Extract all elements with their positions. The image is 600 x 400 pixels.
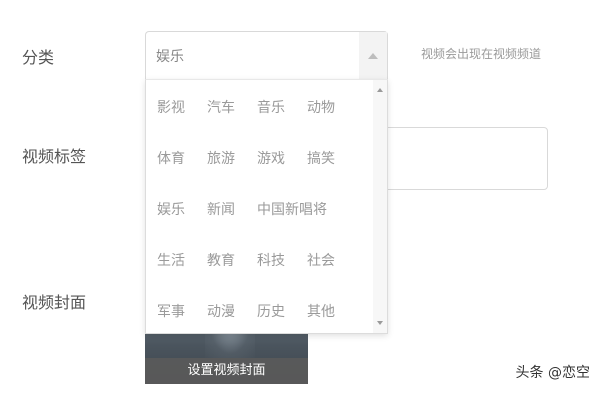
option-lishi[interactable]: 历史 <box>257 301 307 352</box>
options-row: 生活 教育 科技 社会 <box>157 250 367 301</box>
options-row: 军事 动漫 历史 其他 <box>157 301 367 352</box>
watermark-text: 头条 @恋空 <box>515 365 590 381</box>
option-yingshi[interactable]: 影视 <box>157 97 207 148</box>
video-upload-form: 分类 视频标签 视频封面 视频会出现在视频频道 设置视频封面 娱乐 影视 汽车 … <box>0 0 600 400</box>
dropdown-scrollbar[interactable] <box>373 80 387 333</box>
option-lvyou[interactable]: 旅游 <box>207 148 257 199</box>
options-row: 娱乐 新闻 中国新唱将 <box>157 199 367 250</box>
video-tags-label: 视频标签 <box>22 147 87 166</box>
category-select[interactable]: 娱乐 <box>145 31 388 79</box>
option-keji[interactable]: 科技 <box>257 250 307 301</box>
select-toggle[interactable] <box>359 32 387 79</box>
option-youxi[interactable]: 游戏 <box>257 148 307 199</box>
option-junshi[interactable]: 军事 <box>157 301 207 352</box>
category-selected-value: 娱乐 <box>156 49 184 65</box>
video-cover-label: 视频封面 <box>22 293 87 312</box>
category-hint: 视频会出现在视频频道 <box>421 47 542 61</box>
option-yinyue[interactable]: 音乐 <box>257 97 307 148</box>
option-yule[interactable]: 娱乐 <box>157 199 207 250</box>
option-qiche[interactable]: 汽车 <box>207 97 257 148</box>
caret-up-icon <box>368 52 378 59</box>
option-tiyu[interactable]: 体育 <box>157 148 207 199</box>
option-dongman[interactable]: 动漫 <box>207 301 257 352</box>
set-cover-button[interactable]: 设置视频封面 <box>145 358 308 384</box>
scroll-down-arrow-icon[interactable] <box>376 319 384 327</box>
option-gaoxiao[interactable]: 搞笑 <box>307 148 357 199</box>
option-dongwu[interactable]: 动物 <box>307 97 357 148</box>
option-xinwen[interactable]: 新闻 <box>207 199 257 250</box>
option-jiaoyu[interactable]: 教育 <box>207 250 257 301</box>
category-options-grid: 影视 汽车 音乐 动物 体育 旅游 游戏 搞笑 娱乐 新闻 中国新唱将 生活 教… <box>157 97 367 352</box>
option-qita[interactable]: 其他 <box>307 301 357 352</box>
category-label: 分类 <box>22 48 55 67</box>
option-zhongguo-xinchangjiang[interactable]: 中国新唱将 <box>257 199 337 250</box>
video-tags-input[interactable] <box>380 127 548 190</box>
option-shenghuo[interactable]: 生活 <box>157 250 207 301</box>
category-dropdown: 影视 汽车 音乐 动物 体育 旅游 游戏 搞笑 娱乐 新闻 中国新唱将 生活 教… <box>145 79 388 334</box>
options-row: 影视 汽车 音乐 动物 <box>157 97 367 148</box>
options-row: 体育 旅游 游戏 搞笑 <box>157 148 367 199</box>
option-shehui[interactable]: 社会 <box>307 250 357 301</box>
scroll-up-arrow-icon[interactable] <box>376 86 384 94</box>
